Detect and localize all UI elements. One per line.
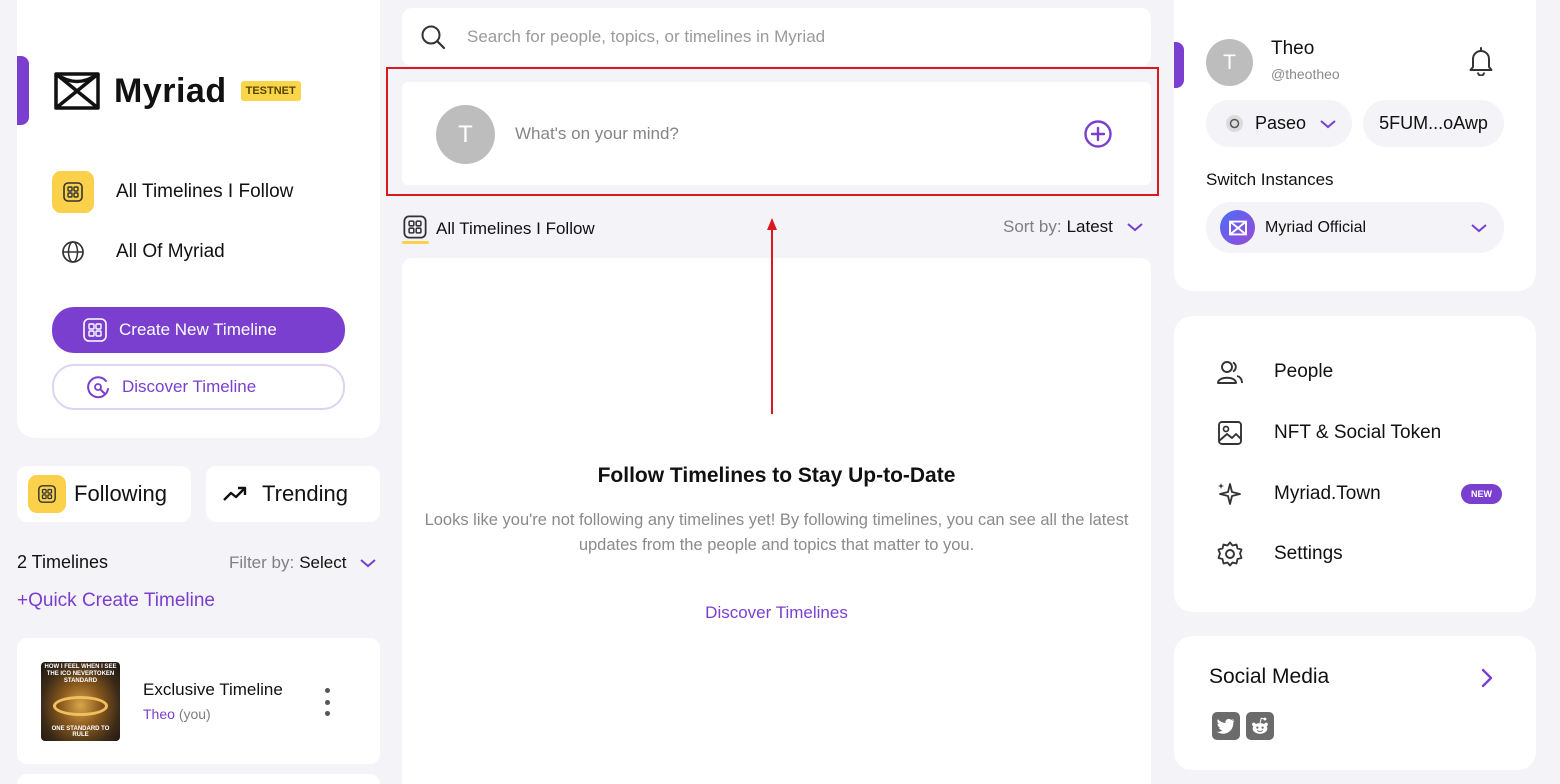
timeline-folder-icon [28,475,66,513]
nav-label: All Timelines I Follow [116,181,294,202]
social-media-card[interactable]: Social Media [1174,636,1536,770]
discover-timelines-link[interactable]: Discover Timelines [402,603,1151,623]
instance-selector[interactable]: Myriad Official [1206,202,1504,253]
nav-label: NFT & Social Token [1274,422,1442,443]
network-selector[interactable]: Paseo [1206,100,1352,147]
nav-label: All Of Myriad [116,241,225,262]
filter-value: Select [299,553,347,572]
social-media-title: Social Media [1209,665,1330,688]
nav-label: Myriad.Town [1274,483,1381,504]
button-label: Discover Timeline [122,377,257,396]
annotation-highlight-box [386,67,1159,196]
create-timeline-button[interactable]: Create New Timeline [52,307,345,353]
network-name: Paseo [1255,113,1307,133]
empty-state-title: Follow Timelines to Stay Up-to-Date [597,464,956,487]
myriad-logo-icon [54,72,100,110]
thumbnail-caption-top: HOW I FEEL WHEN I SEE THE ICO NEVERTOKEN… [44,664,117,684]
profile-name: Theo [1271,38,1315,59]
active-indicator [17,56,29,125]
gear-icon [1217,541,1243,567]
new-badge: NEW [1461,484,1502,504]
timeline-owner: Theo (you) [143,706,211,722]
annotation-arrow [767,218,777,414]
more-options-icon[interactable] [319,688,335,716]
discover-timeline-button[interactable]: Discover Timeline [52,364,345,410]
chevron-down-icon [360,559,377,568]
discover-icon [87,376,109,399]
filter-dropdown[interactable]: Filter by: Select [229,553,377,573]
sort-value: Latest [1066,217,1113,236]
nav-all-of-myriad[interactable]: All Of Myriad [52,231,225,273]
sort-dropdown[interactable]: Sort by: Latest [1003,217,1144,237]
nav-label: Settings [1274,543,1343,564]
tab-label: Trending [262,481,349,506]
wallet-address-button[interactable]: 5FUM...oAwp [1363,100,1504,147]
nav-nft-social-token[interactable]: NFT & Social Token [1216,419,1441,447]
instance-name: Myriad Official [1265,218,1367,236]
nav-all-timelines-follow[interactable]: All Timelines I Follow [52,171,293,213]
empty-state-body: Looks like you're not following any time… [424,511,1129,554]
tab-following[interactable]: Following [17,466,191,522]
nav-settings[interactable]: Settings [1216,540,1343,568]
profile-handle: @theotheo [1271,66,1340,82]
trending-icon [223,486,247,501]
ring-graphic [53,696,108,716]
twitter-icon[interactable] [1212,712,1240,740]
switch-instances-label: Switch Instances [1206,170,1334,189]
chevron-down-icon [1127,223,1143,232]
testnet-badge: TESTNET [240,81,301,101]
chevron-down-icon [1320,119,1336,128]
tab-trending[interactable]: Trending [206,466,380,522]
timeline-list-item[interactable] [17,774,380,784]
search-bar[interactable] [402,8,1151,66]
timeline-list-item[interactable]: HOW I FEEL WHEN I SEE THE ICO NEVERTOKEN… [17,638,380,764]
timeline-thumbnail: HOW I FEEL WHEN I SEE THE ICO NEVERTOKEN… [41,662,120,741]
feed-title-label: All Timelines I Follow [436,219,595,238]
nav-label: People [1274,361,1334,382]
brand-name: Myriad [114,71,227,110]
reddit-icon[interactable] [1246,712,1274,740]
timeline-add-icon [83,318,107,342]
active-indicator [1174,42,1184,88]
brand-logo[interactable]: Myriad TESTNET [52,70,301,112]
tab-label: Following [74,481,167,506]
owner-name[interactable]: Theo [143,706,175,722]
avatar[interactable]: T [1206,39,1253,86]
myriad-instance-icon [1220,210,1255,245]
timeline-title: Exclusive Timeline [143,680,283,699]
timeline-count: 2 Timelines [17,552,109,572]
timeline-folder-icon [402,214,429,244]
globe-icon [52,231,94,273]
quick-create-timeline-link[interactable]: +Quick Create Timeline [17,590,215,612]
chevron-down-icon [1471,223,1487,232]
owner-suffix: (you) [178,706,211,722]
bell-icon[interactable] [1467,46,1495,76]
timeline-folder-icon [52,171,94,213]
network-icon [1226,115,1243,132]
filter-label: Filter by: [229,553,295,572]
people-icon [1217,361,1243,384]
search-input[interactable] [467,27,1107,47]
search-icon [421,25,446,50]
button-label: Create New Timeline [119,320,277,339]
sparkles-icon [1218,483,1241,505]
chevron-right-icon[interactable] [1479,667,1495,689]
nav-people[interactable]: People [1216,358,1333,386]
nav-myriad-town[interactable]: Myriad.Town NEW [1216,480,1502,508]
sort-label: Sort by: [1003,217,1062,236]
feed-title: All Timelines I Follow [402,214,595,244]
image-icon [1218,421,1242,445]
thumbnail-caption-bottom: ONE STANDARD TO RULE [51,726,110,738]
